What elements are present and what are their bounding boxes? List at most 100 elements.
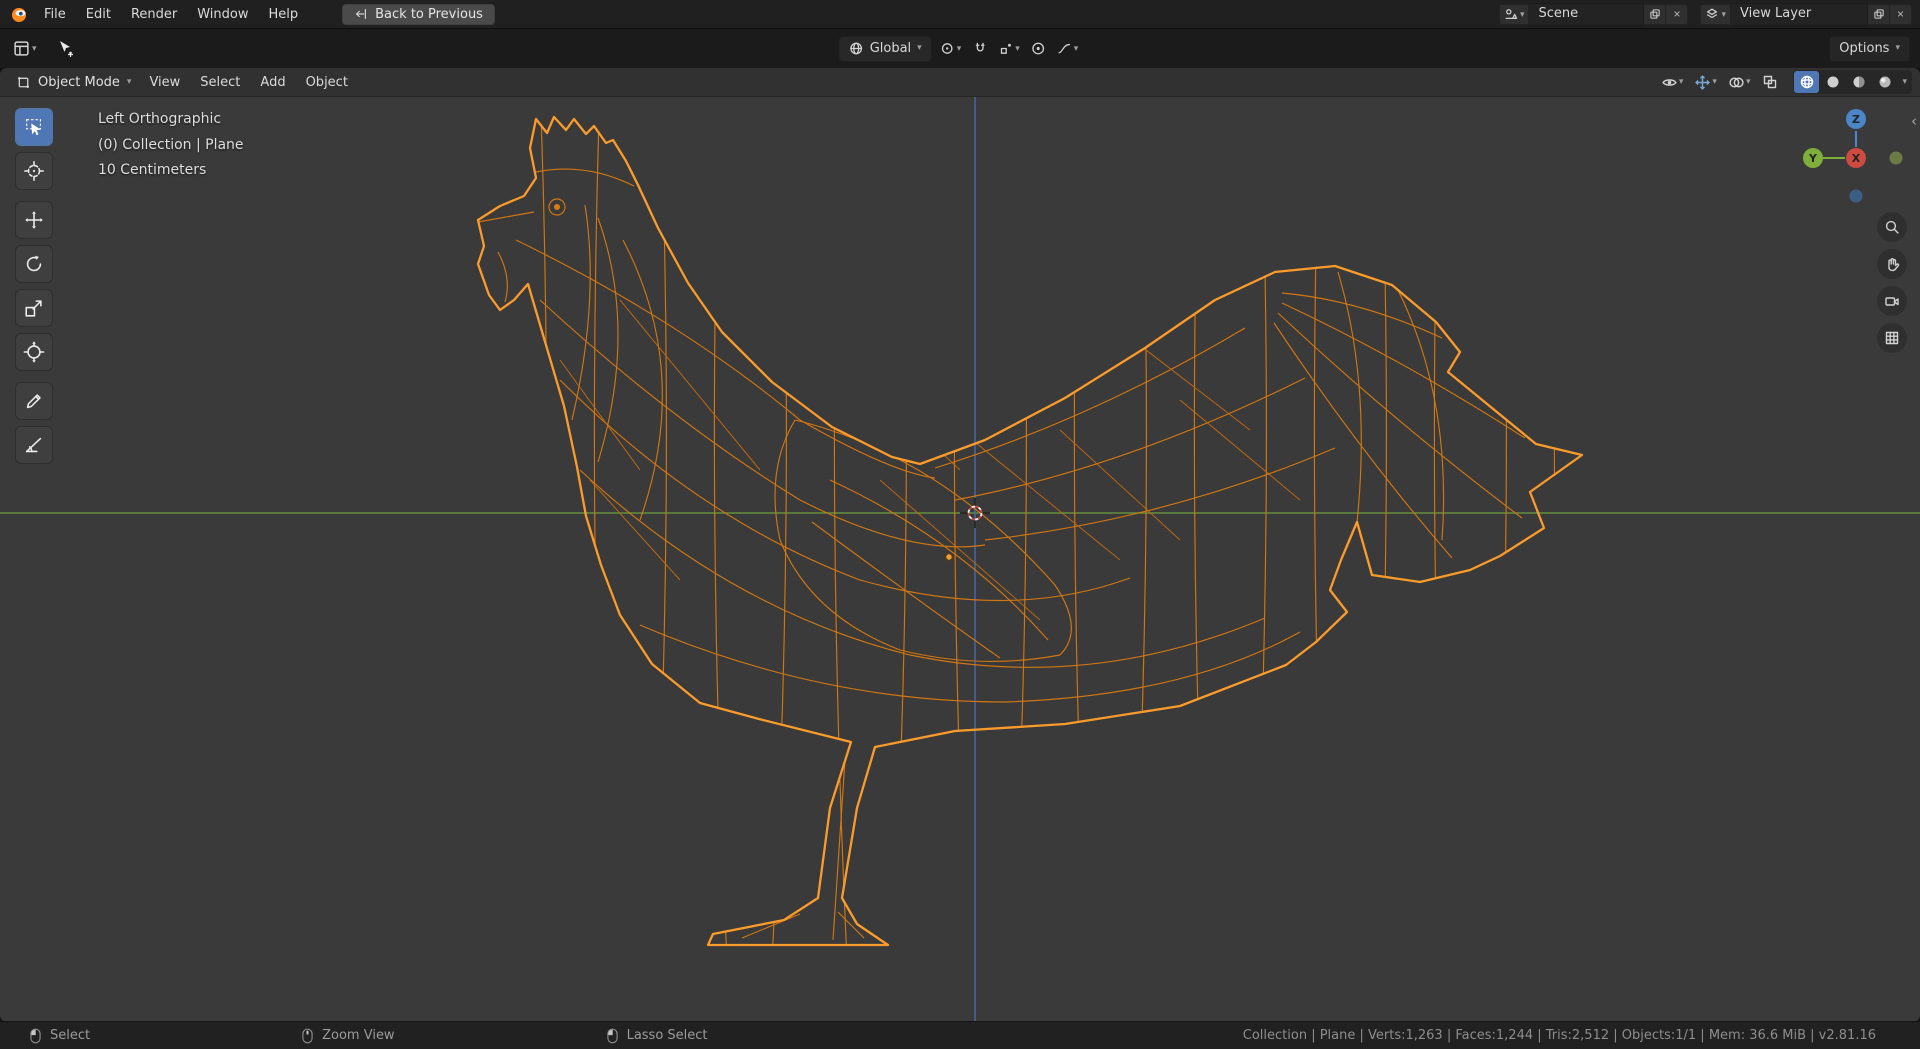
proportional-editing-toggle[interactable]: [1028, 39, 1049, 58]
menu-edit[interactable]: Edit: [76, 4, 121, 25]
perspective-toggle-button[interactable]: [1877, 323, 1907, 353]
transform-orientation-dropdown[interactable]: Global ▾: [838, 35, 932, 62]
mode-dropdown[interactable]: Object Mode ▾: [8, 70, 139, 94]
viewport-header-right: ▾ ▾ ▾ ▾: [1657, 70, 1912, 94]
view-layer-name-field[interactable]: View Layer: [1731, 2, 1868, 26]
blender-logo-icon[interactable]: [8, 3, 30, 25]
snap-settings-dropdown[interactable]: ▾: [995, 39, 1023, 58]
chevron-down-icon: ▾: [1015, 43, 1020, 53]
scene-name-field[interactable]: Scene: [1529, 2, 1645, 26]
chevron-down-icon: ▾: [956, 43, 962, 53]
chevron-down-icon: ▾: [1745, 76, 1751, 87]
gizmo-axis-neg-y[interactable]: [1889, 151, 1903, 165]
scene-name: Scene: [1538, 5, 1579, 21]
magnet-icon: [975, 42, 985, 52]
hint-label: Select: [50, 1028, 91, 1043]
overlays-dropdown[interactable]: ▾: [1724, 73, 1755, 92]
back-to-previous-button[interactable]: Back to Previous: [342, 3, 495, 25]
scene-browse-button[interactable]: ▾: [1498, 3, 1530, 25]
solid-sphere-icon: [1827, 76, 1839, 88]
visibility-eye-icon: [1662, 78, 1677, 86]
keymap-hint-lasso: Lasso Select: [606, 1028, 708, 1044]
tool-move[interactable]: [15, 201, 53, 239]
magnifier-icon: [1885, 220, 1899, 234]
mouse-left-icon: [30, 1028, 41, 1043]
toolbar: [15, 108, 53, 470]
viewport-3d[interactable]: Object Mode ▾ View Select Add Object ▾ ▾: [0, 68, 1920, 1022]
scene-statistics: Collection | Plane | Verts:1,263 | Faces…: [1242, 1028, 1876, 1043]
chevron-down-icon: ▾: [1712, 76, 1717, 87]
chevron-down-icon: ▾: [1073, 43, 1079, 53]
duplicate-icon: [1873, 9, 1884, 19]
shading-rendered-button[interactable]: [1872, 71, 1897, 93]
options-label: Options: [1839, 41, 1890, 56]
view-layer-remove-button[interactable]: ×: [1890, 3, 1912, 25]
menu-select[interactable]: Select: [190, 72, 250, 93]
view-layer-browse-button[interactable]: ▾: [1700, 3, 1731, 25]
view-layer-new-button[interactable]: [1868, 3, 1890, 25]
xray-icon: [1763, 75, 1777, 89]
shading-dropdown[interactable]: ▾: [1898, 77, 1911, 87]
proportional-editing-icon: [1032, 42, 1045, 55]
editor-type-button[interactable]: ▾: [10, 38, 40, 59]
falloff-curve-icon: [1058, 43, 1071, 54]
proportional-falloff-dropdown[interactable]: ▾: [1054, 39, 1082, 58]
pivot-point-icon: [941, 43, 953, 54]
tool-cursor[interactable]: [15, 152, 53, 190]
wireframe-sphere-icon: [1800, 75, 1814, 89]
camera-view-button[interactable]: [1877, 286, 1907, 316]
topbar-menus: File Edit Render Window Help: [34, 4, 308, 25]
view-layer-selector: ▾ View Layer ×: [1700, 2, 1912, 26]
mode-label: Object Mode: [38, 74, 120, 90]
mouse-left-drag-icon: [606, 1028, 618, 1043]
tool-scale[interactable]: [15, 289, 53, 327]
options-dropdown[interactable]: Options ▾: [1829, 35, 1910, 62]
chevron-down-icon: ▾: [1519, 8, 1525, 19]
gizmo-y-label: Y: [1808, 152, 1818, 165]
sidebar-collapse-arrow[interactable]: ‹: [1911, 112, 1917, 130]
rooster-wireframe[interactable]: [476, 85, 1584, 960]
snap-toggle[interactable]: [969, 39, 990, 58]
scene-canvas[interactable]: Y Z X: [0, 68, 1920, 1022]
tool-annotate[interactable]: [15, 382, 53, 420]
chevron-down-icon: ▾: [1678, 76, 1684, 87]
menu-file[interactable]: File: [34, 4, 76, 25]
object-visibility-dropdown[interactable]: ▾: [1657, 73, 1688, 92]
grid-icon: [1885, 331, 1899, 345]
tool-transform[interactable]: [15, 333, 53, 371]
scene-selector: ▾ Scene ×: [1498, 2, 1689, 26]
menu-view[interactable]: View: [139, 72, 190, 93]
camera-icon: [1885, 297, 1899, 306]
tool-settings-left: ▾: [10, 38, 76, 59]
globe-icon: [850, 42, 863, 55]
pivot-point-dropdown[interactable]: ▾: [937, 39, 965, 58]
zoom-view-button[interactable]: [1877, 212, 1907, 242]
gizmos-dropdown[interactable]: ▾: [1690, 73, 1721, 92]
pan-view-button[interactable]: [1877, 249, 1907, 279]
material-sphere-icon: [1853, 76, 1865, 88]
shading-material-button[interactable]: [1846, 71, 1871, 93]
duplicate-icon: [1650, 9, 1660, 19]
menu-add[interactable]: Add: [250, 72, 295, 93]
menu-object[interactable]: Object: [296, 72, 358, 93]
hand-icon: [1888, 258, 1900, 272]
shading-solid-button[interactable]: [1820, 71, 1845, 93]
shading-wireframe-button[interactable]: [1794, 71, 1820, 93]
orientation-value: Global: [869, 41, 912, 56]
menu-window[interactable]: Window: [187, 4, 258, 25]
layers-icon: [1707, 8, 1718, 19]
tool-select-box[interactable]: [15, 108, 53, 146]
scene-new-button[interactable]: [1644, 3, 1667, 25]
object-mode-icon: [18, 76, 29, 88]
gizmo-axis-neg-z[interactable]: [1849, 189, 1863, 203]
navigation-gizmo[interactable]: Y Z X: [1803, 109, 1903, 203]
chevron-down-icon: ▾: [1895, 43, 1900, 53]
viewport-nav-controls: [1877, 212, 1907, 353]
tool-rotate[interactable]: [15, 245, 53, 283]
scene-unlink-button[interactable]: ×: [1666, 3, 1689, 25]
xray-toggle[interactable]: [1757, 71, 1782, 93]
menu-render[interactable]: Render: [121, 4, 187, 25]
tool-measure[interactable]: [15, 426, 53, 464]
object-origin: [945, 553, 953, 561]
menu-help[interactable]: Help: [259, 4, 309, 25]
